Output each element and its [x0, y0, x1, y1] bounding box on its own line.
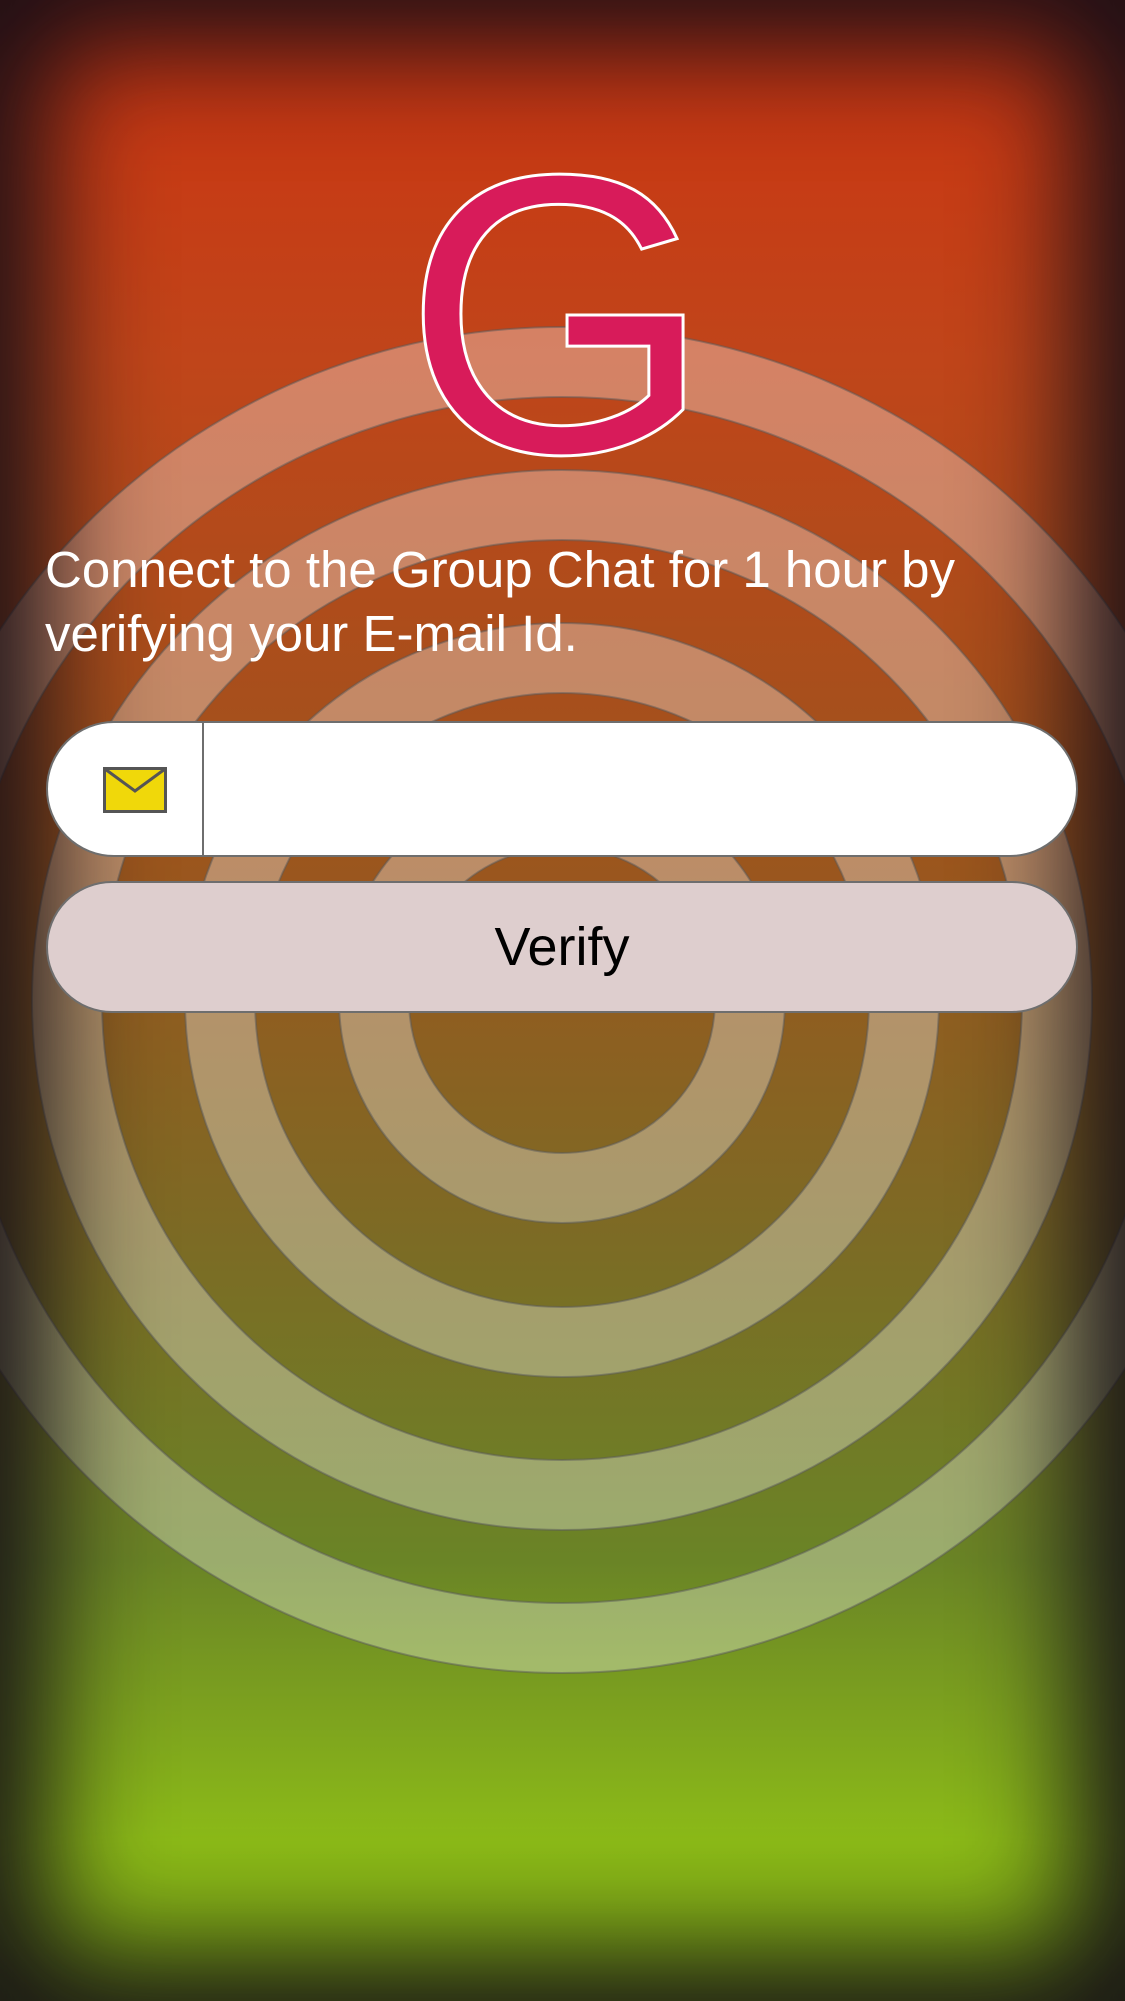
- verification-message: Connect to the Group Chat for 1 hour by …: [45, 541, 956, 662]
- email-input[interactable]: [208, 723, 1068, 855]
- logo-letter: G: [418, 160, 698, 470]
- verify-button[interactable]: Verify: [46, 881, 1078, 1013]
- email-icon-container: [48, 723, 204, 855]
- email-field: [46, 721, 1078, 857]
- envelope-icon: [103, 767, 167, 813]
- logo-g: G: [418, 160, 698, 470]
